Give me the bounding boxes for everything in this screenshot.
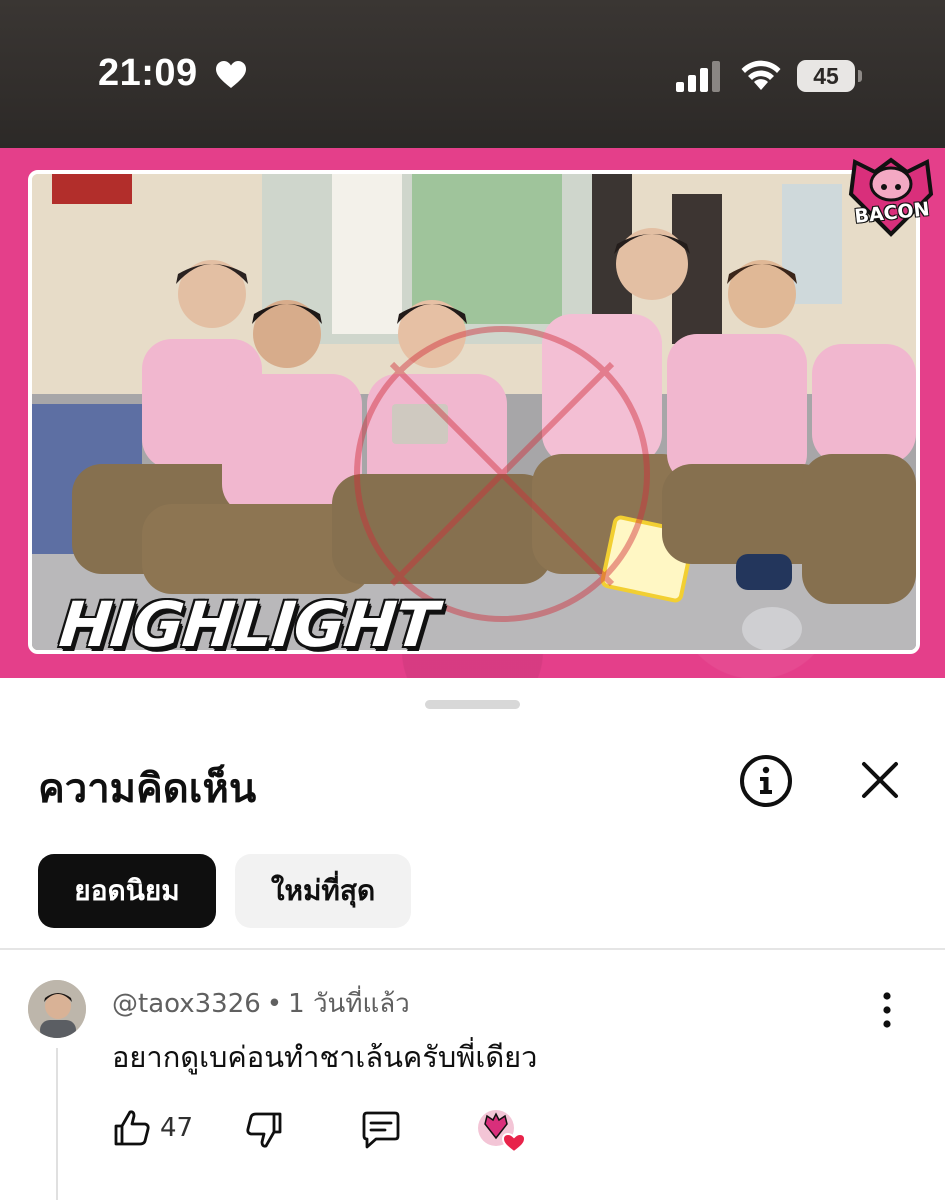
status-time: 21:09 [98, 52, 198, 94]
comment-author[interactable]: @taox3326 [112, 989, 261, 1019]
sort-chip-top[interactable]: ยอดนิยม [38, 854, 216, 928]
avatar[interactable] [28, 980, 86, 1038]
comment-time: 1 วันที่แล้ว [288, 989, 410, 1019]
like-count: 47 [160, 1113, 194, 1143]
close-icon[interactable] [856, 756, 904, 804]
thread-line [56, 1048, 58, 1200]
battery-tip [858, 70, 862, 82]
avatar-image [28, 980, 86, 1038]
video-player[interactable]: HIGHLIGHT BACON [0, 148, 945, 678]
more-options-icon[interactable] [872, 990, 902, 1030]
comment-meta: @taox3326 • 1 วันที่แล้ว [112, 983, 410, 1024]
highlight-overlay-text: HIGHLIGHT [56, 588, 441, 661]
thumbs-down-icon[interactable] [244, 1110, 284, 1150]
divider [0, 948, 945, 950]
comment-text: อยากดูเบค่อนทำชาเล้นครับพี่เดียว [112, 1040, 538, 1074]
comments-title: ความคิดเห็น [38, 766, 257, 812]
signal-icon [676, 61, 720, 92]
status-bar: 21:09 45 [0, 0, 945, 148]
battery-icon: 45 [797, 60, 855, 92]
comments-sheet: ความคิดเห็น ยอดนิยม ใหม่ที่สุด @taox3326… [0, 678, 945, 1200]
wifi-icon [741, 60, 781, 90]
heart-icon [216, 61, 246, 88]
reply-icon[interactable] [360, 1110, 402, 1150]
sort-chip-newest[interactable]: ใหม่ที่สุด [235, 854, 411, 928]
info-icon[interactable] [738, 753, 794, 809]
creator-heart-icon [478, 1110, 527, 1154]
meta-separator: • [266, 989, 283, 1019]
video-thumbnail [28, 170, 920, 654]
sheet-drag-handle[interactable] [425, 700, 520, 709]
video-scene-image [32, 174, 916, 650]
thumbs-up-icon[interactable] [112, 1108, 152, 1148]
